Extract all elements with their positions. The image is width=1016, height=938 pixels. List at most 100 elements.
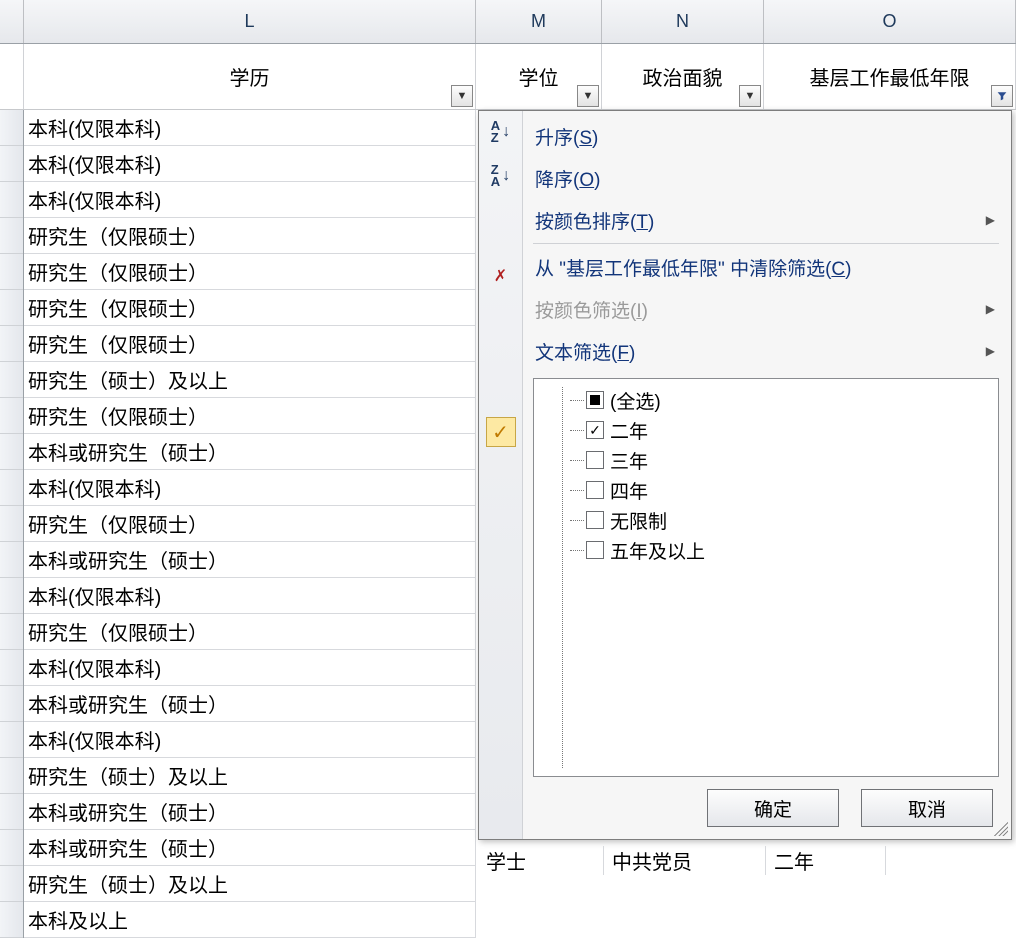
col-letter-O[interactable]: O bbox=[764, 0, 1016, 43]
filter-option[interactable]: 无限制 bbox=[542, 505, 990, 535]
peek-N: 中共党员 bbox=[604, 846, 766, 875]
cell-L[interactable]: 本科或研究生（硕士） bbox=[24, 794, 476, 830]
menu-sort-asc[interactable]: 升序(S) bbox=[533, 115, 999, 157]
checkbox[interactable] bbox=[586, 511, 604, 529]
submenu-arrow-icon: ▶ bbox=[986, 344, 995, 358]
menu-clear-filter[interactable]: 从 "基层工作最低年限" 中清除筛选(C) bbox=[533, 246, 999, 288]
row-header[interactable] bbox=[0, 722, 23, 758]
autofilter-dropdown: AZ↓ ZA↓ ✗ ✓ 升序(S) 降序(O) 按颜色排序(T) ▶ 从 "基层… bbox=[478, 110, 1012, 840]
filter-option[interactable]: 三年 bbox=[542, 445, 990, 475]
row-header[interactable] bbox=[0, 434, 23, 470]
header-N[interactable]: 政治面貌 ▼ bbox=[602, 44, 764, 109]
header-O-label: 基层工作最低年限 bbox=[810, 62, 970, 91]
checkbox[interactable] bbox=[586, 481, 604, 499]
row-header[interactable] bbox=[0, 182, 23, 218]
cell-L[interactable]: 研究生（硕士）及以上 bbox=[24, 758, 476, 794]
header-L-label: 学历 bbox=[230, 62, 270, 91]
cell-L[interactable]: 研究生（仅限硕士） bbox=[24, 254, 476, 290]
bottom-peek-row: 学士 中共党员 二年 bbox=[478, 846, 886, 875]
row-header[interactable] bbox=[0, 650, 23, 686]
row-header[interactable] bbox=[0, 830, 23, 866]
cell-L[interactable]: 本科(仅限本科) bbox=[24, 110, 476, 146]
cell-L[interactable]: 本科或研究生（硕士） bbox=[24, 830, 476, 866]
header-L[interactable]: 学历 ▼ bbox=[24, 44, 476, 109]
col-letter-N[interactable]: N bbox=[602, 0, 764, 43]
filter-button-O[interactable] bbox=[991, 85, 1013, 107]
filter-option[interactable]: (全选) bbox=[542, 385, 990, 415]
cell-L[interactable]: 本科(仅限本科) bbox=[24, 146, 476, 182]
filter-option[interactable]: 四年 bbox=[542, 475, 990, 505]
row-header[interactable] bbox=[0, 506, 23, 542]
filter-menu-main: 升序(S) 降序(O) 按颜色排序(T) ▶ 从 "基层工作最低年限" 中清除筛… bbox=[523, 111, 1011, 839]
row-header[interactable] bbox=[0, 902, 23, 938]
filter-option[interactable]: 五年及以上 bbox=[542, 535, 990, 565]
cell-L[interactable]: 研究生（硕士）及以上 bbox=[24, 866, 476, 902]
cancel-button[interactable]: 取消 bbox=[861, 789, 993, 827]
filter-button-L[interactable]: ▼ bbox=[451, 85, 473, 107]
row-header[interactable] bbox=[0, 866, 23, 902]
filter-checklist[interactable]: (全选)二年三年四年无限制五年及以上 bbox=[533, 378, 999, 777]
corner-cell bbox=[0, 0, 24, 43]
cell-L[interactable]: 本科(仅限本科) bbox=[24, 182, 476, 218]
menu-separator bbox=[533, 243, 999, 244]
filter-button-M[interactable]: ▼ bbox=[577, 85, 599, 107]
col-letter-M[interactable]: M bbox=[476, 0, 602, 43]
submenu-arrow-icon: ▶ bbox=[986, 213, 995, 227]
row-header[interactable] bbox=[0, 110, 23, 146]
cell-L[interactable]: 研究生（仅限硕士） bbox=[24, 398, 476, 434]
row-header[interactable] bbox=[0, 362, 23, 398]
menu-sort-desc[interactable]: 降序(O) bbox=[533, 157, 999, 199]
menu-text-filter[interactable]: 文本筛选(F) ▶ bbox=[533, 330, 999, 372]
checkbox[interactable] bbox=[586, 391, 604, 409]
menu-clear-filter-label: 从 "基层工作最低年限" 中清除筛选(C) bbox=[535, 254, 851, 281]
row-header[interactable] bbox=[0, 758, 23, 794]
row-header[interactable] bbox=[0, 578, 23, 614]
checkbox[interactable] bbox=[586, 451, 604, 469]
filter-option-label: 无限制 bbox=[610, 507, 667, 534]
resize-grip-icon[interactable] bbox=[994, 822, 1008, 836]
cell-L[interactable]: 本科(仅限本科) bbox=[24, 650, 476, 686]
submenu-arrow-icon: ▶ bbox=[986, 302, 995, 316]
menu-sort-desc-label: 降序(O) bbox=[535, 165, 600, 192]
cell-L[interactable]: 研究生（仅限硕士） bbox=[24, 614, 476, 650]
cell-L[interactable]: 本科或研究生（硕士） bbox=[24, 434, 476, 470]
cell-L[interactable]: 研究生（仅限硕士） bbox=[24, 290, 476, 326]
cell-L[interactable]: 研究生（仅限硕士） bbox=[24, 326, 476, 362]
header-O[interactable]: 基层工作最低年限 bbox=[764, 44, 1016, 109]
col-letter-L[interactable]: L bbox=[24, 0, 476, 43]
menu-text-filter-label: 文本筛选(F) bbox=[535, 338, 635, 365]
cell-L[interactable]: 本科(仅限本科) bbox=[24, 722, 476, 758]
filter-button-N[interactable]: ▼ bbox=[739, 85, 761, 107]
cell-L[interactable]: 研究生（硕士）及以上 bbox=[24, 362, 476, 398]
cell-L[interactable]: 研究生（仅限硕士） bbox=[24, 218, 476, 254]
cell-L[interactable]: 本科及以上 bbox=[24, 902, 476, 938]
ok-button[interactable]: 确定 bbox=[707, 789, 839, 827]
row-header[interactable] bbox=[0, 290, 23, 326]
menu-sort-by-color[interactable]: 按颜色排序(T) ▶ bbox=[533, 199, 999, 241]
row-header[interactable] bbox=[0, 326, 23, 362]
cell-L[interactable]: 本科(仅限本科) bbox=[24, 470, 476, 506]
menu-filter-by-color: 按颜色筛选(I) ▶ bbox=[533, 288, 999, 330]
row-header[interactable] bbox=[0, 470, 23, 506]
checkbox[interactable] bbox=[586, 541, 604, 559]
row-header[interactable] bbox=[0, 794, 23, 830]
row-header[interactable] bbox=[0, 254, 23, 290]
row-header[interactable] bbox=[0, 614, 23, 650]
row-header[interactable] bbox=[0, 146, 23, 182]
checkbox[interactable] bbox=[586, 421, 604, 439]
cell-L[interactable]: 研究生（仅限硕士） bbox=[24, 506, 476, 542]
filter-option[interactable]: 二年 bbox=[542, 415, 990, 445]
row-header[interactable] bbox=[0, 542, 23, 578]
filter-option-label: 二年 bbox=[610, 417, 648, 444]
menu-sort-by-color-label: 按颜色排序(T) bbox=[535, 207, 654, 234]
header-N-label: 政治面貌 bbox=[643, 62, 723, 91]
row-header[interactable] bbox=[0, 686, 23, 722]
row-header[interactable] bbox=[0, 398, 23, 434]
cell-L[interactable]: 本科(仅限本科) bbox=[24, 578, 476, 614]
header-M[interactable]: 学位 ▼ bbox=[476, 44, 602, 109]
column-letter-bar: L M N O bbox=[0, 0, 1016, 44]
cell-L[interactable]: 本科或研究生（硕士） bbox=[24, 686, 476, 722]
funnel-icon bbox=[997, 91, 1007, 101]
cell-L[interactable]: 本科或研究生（硕士） bbox=[24, 542, 476, 578]
row-header[interactable] bbox=[0, 218, 23, 254]
